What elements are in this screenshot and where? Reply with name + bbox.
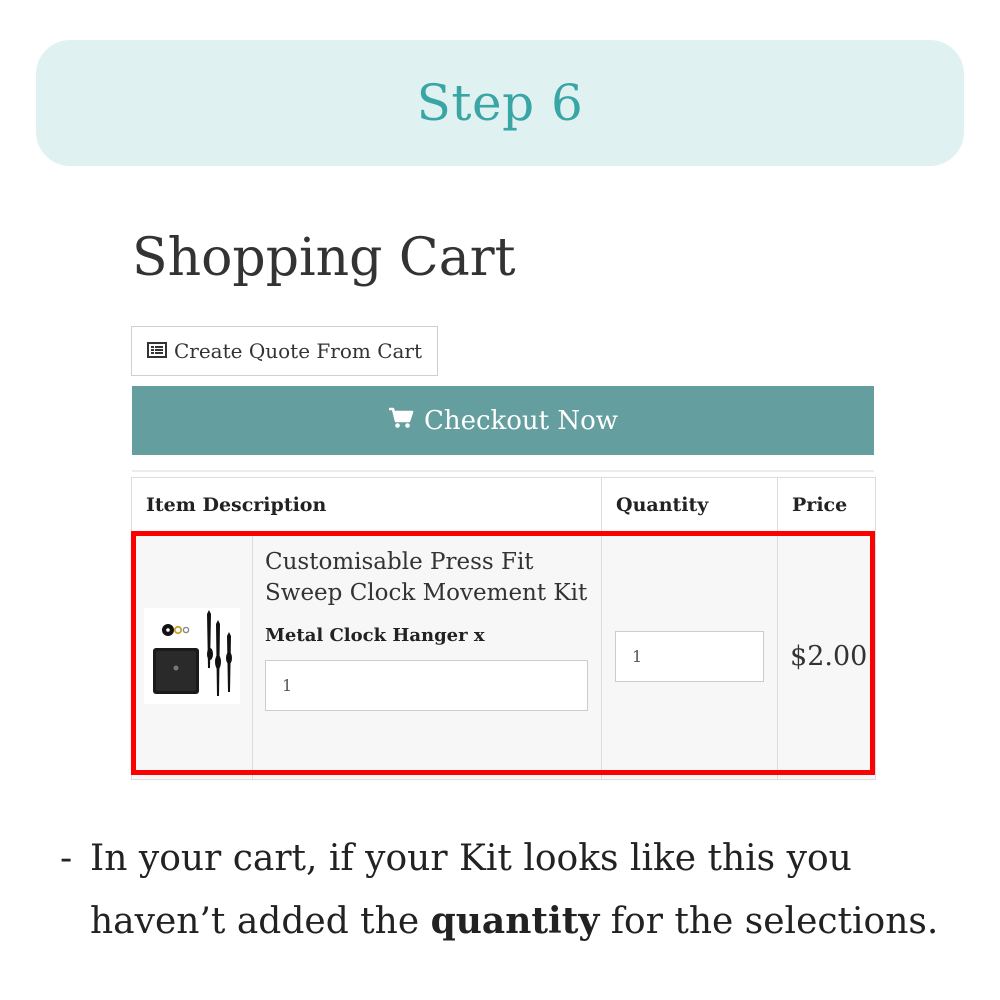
- create-quote-button[interactable]: Create Quote From Cart: [131, 326, 438, 376]
- checkout-label: Checkout Now: [423, 405, 619, 436]
- instruction-line-2-end: for the selections.: [599, 901, 939, 942]
- item-description-cell: Customisable Press Fit Sweep Clock Movem…: [251, 532, 603, 780]
- instruction-text: - In your cart, if your Kit looks like t…: [60, 828, 980, 953]
- quantity-input[interactable]: [615, 630, 765, 682]
- table-row: Customisable Press Fit Sweep Clock Movem…: [131, 532, 877, 780]
- instruction-line-1: In your cart, if your Kit looks like thi…: [90, 838, 852, 879]
- column-header-description: Item Description: [130, 477, 603, 533]
- price-cell: $2.00: [777, 532, 877, 780]
- page-title: Shopping Cart: [132, 228, 516, 288]
- item-price: $2.00: [790, 640, 868, 672]
- checkout-button[interactable]: Checkout Now: [132, 386, 874, 455]
- instruction-emphasis: quantity: [430, 900, 600, 942]
- list-icon: [146, 339, 167, 363]
- step-title: Step 6: [416, 74, 584, 132]
- product-thumbnail-cell: [131, 532, 253, 780]
- option-quantity-input[interactable]: [265, 660, 588, 711]
- quantity-cell: [601, 532, 779, 780]
- instruction-line-2: haven’t added the quantity for the selec…: [60, 890, 980, 953]
- product-name[interactable]: Customisable Press Fit Sweep Clock Movem…: [265, 547, 589, 609]
- column-header-price: Price: [777, 477, 877, 533]
- step-banner: Step 6: [36, 40, 964, 166]
- table-header-row: Item Description Quantity Price: [130, 477, 877, 533]
- cart-icon: [388, 406, 414, 436]
- create-quote-label: Create Quote From Cart: [173, 339, 423, 363]
- column-header-quantity: Quantity: [601, 477, 779, 533]
- option-label: Metal Clock Hanger x: [265, 625, 485, 646]
- bullet-dash: -: [60, 838, 73, 879]
- product-image[interactable]: [144, 608, 240, 704]
- instruction-line-2-start: haven’t added the: [90, 901, 431, 942]
- cart-table: Item Description Quantity Price Customis…: [130, 477, 877, 780]
- divider: [132, 470, 874, 472]
